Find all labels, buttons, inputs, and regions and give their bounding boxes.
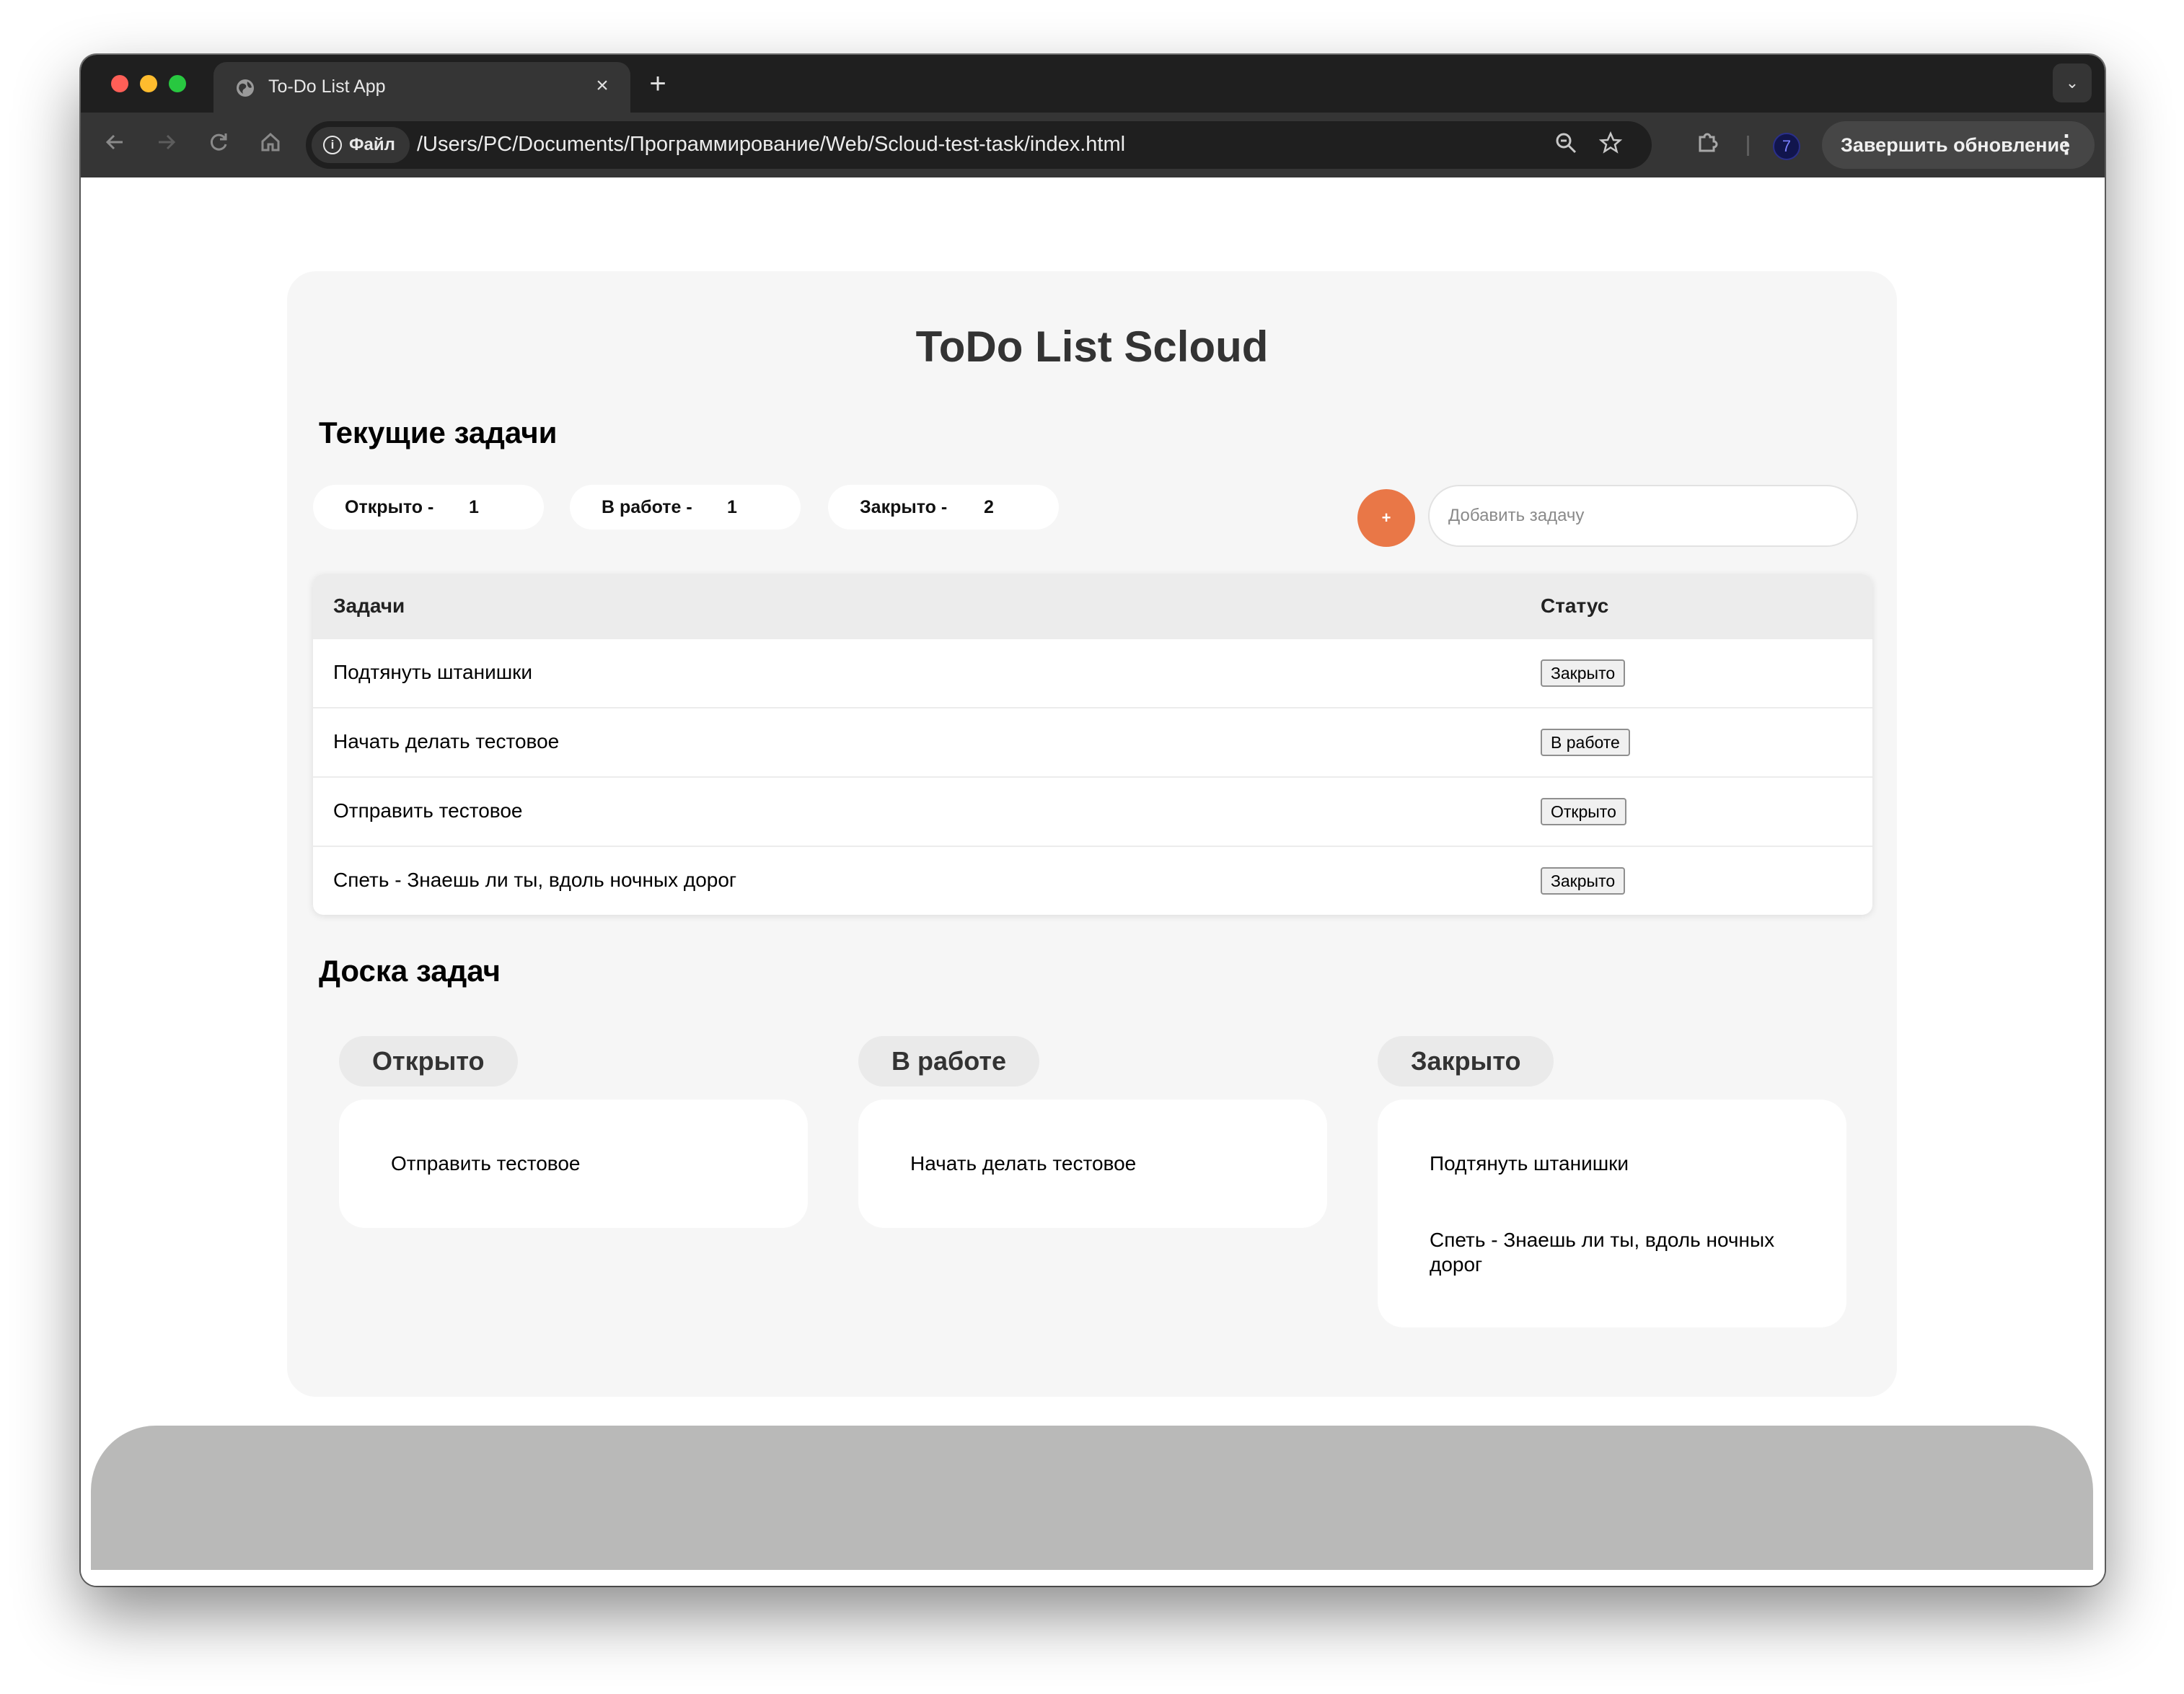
- page-viewport: ToDo List Scloud Текущие задачи Открыто …: [81, 177, 2105, 1586]
- tasks-table: Задачи Статус Подтянуть штанишки Закрыто…: [313, 574, 1872, 915]
- site-info-chip[interactable]: i Файл: [312, 127, 410, 163]
- counter-in-progress: В работе - 1: [570, 485, 801, 530]
- status-button[interactable]: Закрыто: [1541, 659, 1626, 687]
- board-column-label-open: Открыто: [339, 1036, 518, 1087]
- counter-value: 1: [727, 497, 737, 517]
- browser-window: To-Do List App × + ⌄ i Файл /Users/PC/Do…: [81, 55, 2105, 1586]
- site-chip-label: Файл: [349, 135, 395, 154]
- tab-strip: To-Do List App × + ⌄: [81, 55, 2105, 113]
- bottom-decoration: [91, 1426, 2093, 1570]
- extension-icon[interactable]: [1692, 130, 1722, 160]
- board-column-in-progress: Начать делать тестовое: [858, 1100, 1327, 1228]
- task-name: Отправить тестовое: [333, 799, 523, 822]
- board-column-open: Отправить тестовое: [339, 1100, 808, 1228]
- task-name: Подтянуть штанишки: [333, 661, 533, 683]
- counter-closed: Закрыто - 2: [828, 485, 1059, 530]
- tab-active[interactable]: To-Do List App ×: [213, 62, 630, 113]
- task-name: Начать делать тестовое: [333, 730, 560, 752]
- more-icon[interactable]: ⋮: [2054, 128, 2079, 160]
- table-row: Подтянуть штанишки Закрыто: [313, 638, 1872, 704]
- counter-label: Закрыто -: [860, 497, 948, 517]
- page-title: ToDo List Scloud: [915, 322, 1269, 371]
- counter-value: 2: [984, 497, 994, 517]
- column-header-status: Статус: [1541, 594, 1609, 617]
- tab-title: To-Do List App: [268, 76, 386, 97]
- browser-toolbar: i Файл /Users/PC/Documents/Программирова…: [81, 113, 2105, 177]
- table-row: Спеть - Знаешь ли ты, вдоль ночных дорог…: [313, 846, 1872, 912]
- current-tasks-heading: Текущие задачи: [319, 416, 558, 449]
- forward-icon[interactable]: [151, 130, 182, 160]
- table-row: Отправить тестовое Открыто: [313, 776, 1872, 843]
- home-icon[interactable]: [255, 130, 286, 160]
- table-header: Задачи Статус: [313, 574, 1872, 638]
- column-header-tasks: Задачи: [333, 594, 405, 617]
- board-column-closed: Подтянуть штанишки Спеть - Знаешь ли ты,…: [1378, 1100, 1846, 1327]
- board-task-item[interactable]: Спеть - Знаешь ли ты, вдоль ночных дорог: [1430, 1228, 1812, 1277]
- close-icon[interactable]: ×: [590, 74, 615, 98]
- chevron-down-icon[interactable]: ⌄: [2053, 63, 2092, 102]
- todo-app-container: ToDo List Scloud Текущие задачи Открыто …: [287, 271, 1897, 1397]
- board-column-label-in-progress: В работе: [858, 1036, 1039, 1087]
- board-task-item[interactable]: Начать делать тестовое: [910, 1151, 1293, 1176]
- close-window-button[interactable]: [111, 75, 128, 92]
- status-button[interactable]: Открыто: [1541, 798, 1626, 825]
- board-task-item[interactable]: Подтянуть штанишки: [1430, 1151, 1812, 1176]
- counter-open: Открыто - 1: [313, 485, 544, 530]
- info-icon: i: [323, 136, 342, 154]
- back-icon[interactable]: [100, 130, 130, 160]
- url-text[interactable]: /Users/PC/Documents/Программирование/Web…: [417, 133, 1125, 157]
- reload-icon[interactable]: [203, 130, 234, 160]
- counter-value: 1: [469, 497, 479, 517]
- star-icon[interactable]: [1597, 131, 1624, 159]
- update-button-label: Завершить обновление: [1841, 133, 2071, 156]
- minimize-window-button[interactable]: [140, 75, 157, 92]
- add-task-button[interactable]: +: [1357, 489, 1415, 547]
- task-name: Спеть - Знаешь ли ты, вдоль ночных дорог: [333, 869, 737, 891]
- table-row: Начать делать тестовое В работе: [313, 707, 1872, 773]
- globe-icon: [237, 79, 254, 97]
- status-button[interactable]: Закрыто: [1541, 867, 1626, 895]
- board-column-label-closed: Закрыто: [1378, 1036, 1554, 1087]
- update-button[interactable]: Завершить обновление ⋮: [1822, 121, 2095, 169]
- plus-icon[interactable]: +: [638, 65, 678, 102]
- maximize-window-button[interactable]: [169, 75, 186, 92]
- status-button[interactable]: В работе: [1541, 729, 1630, 756]
- task-board-heading: Доска задач: [319, 954, 501, 988]
- board-task-item[interactable]: Отправить тестовое: [391, 1151, 773, 1176]
- add-task-input[interactable]: [1428, 485, 1858, 547]
- profile-avatar[interactable]: 7: [1773, 133, 1800, 160]
- counter-label: В работе -: [602, 497, 692, 517]
- address-bar[interactable]: i Файл /Users/PC/Documents/Программирова…: [306, 121, 1652, 169]
- zoom-icon[interactable]: [1552, 131, 1580, 159]
- counter-label: Открыто -: [345, 497, 434, 517]
- toolbar-separator: [1747, 136, 1749, 156]
